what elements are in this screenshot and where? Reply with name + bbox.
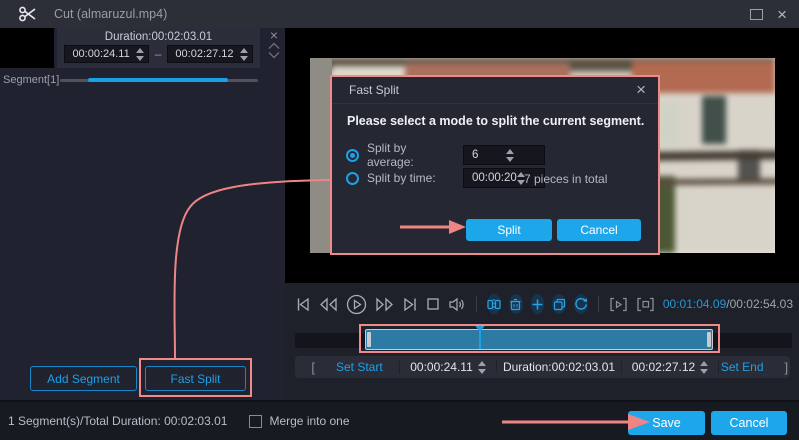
- trim-bar: [ Set Start 00:00:24.11 Duration:00:02:0…: [295, 356, 790, 378]
- segment-duration: Duration:00:02:03.01: [57, 28, 260, 43]
- separator: [476, 296, 477, 312]
- playback-bar: 00:01:04.09/00:02:54.03: [295, 292, 793, 316]
- save-button[interactable]: Save: [628, 411, 705, 435]
- segment-end-input[interactable]: 00:02:27.12: [167, 45, 252, 63]
- volume-icon[interactable]: [448, 297, 466, 312]
- dialog-message: Please select a mode to split the curren…: [347, 114, 644, 128]
- play-section-icon[interactable]: [609, 297, 628, 312]
- add-segment-button[interactable]: Add Segment: [30, 366, 137, 391]
- set-start-button[interactable]: Set Start: [336, 360, 383, 374]
- split-segment-icon[interactable]: [487, 294, 501, 314]
- trim-end-value: 00:02:27.12: [632, 360, 695, 374]
- average-stepper[interactable]: [506, 149, 540, 162]
- split-by-time-label: Split by time:: [367, 171, 455, 185]
- dialog-title: Fast Split: [349, 83, 399, 97]
- segment-left-handle[interactable]: [367, 332, 371, 347]
- move-up-icon[interactable]: [268, 42, 280, 50]
- trim-end-stepper[interactable]: [700, 361, 708, 374]
- split-by-average-radio[interactable]: [346, 149, 359, 162]
- playhead[interactable]: [479, 331, 481, 349]
- average-value: 6: [472, 149, 506, 161]
- segment-panel: Duration:00:02:03.01 00:00:24.11 – 00:02…: [0, 28, 285, 400]
- copy-segment-icon[interactable]: [552, 294, 566, 314]
- trim-start-stepper[interactable]: [478, 361, 486, 374]
- move-down-icon[interactable]: [268, 51, 280, 59]
- titlebar: Cut (almaruzul.mp4) ×: [0, 0, 799, 28]
- fast-forward-icon[interactable]: [375, 297, 394, 312]
- merge-label: Merge into one: [269, 414, 349, 428]
- cut-window: Cut (almaruzul.mp4) × Duration:00:02:03.…: [0, 0, 799, 440]
- cancel-button[interactable]: Cancel: [711, 411, 787, 435]
- separator: [598, 296, 599, 312]
- skip-end-icon[interactable]: [402, 297, 418, 312]
- trim-duration: Duration:00:02:03.01: [503, 360, 615, 374]
- timeline-segment[interactable]: [365, 329, 713, 350]
- rewind-icon[interactable]: [319, 297, 338, 312]
- segment-right-handle[interactable]: [707, 332, 711, 347]
- end-bracket: ]: [785, 360, 789, 375]
- segment-delete-icon[interactable]: ×: [270, 29, 278, 41]
- start-stepper[interactable]: [136, 48, 144, 61]
- segment-thumbnail: [0, 28, 54, 68]
- dialog-cancel-button[interactable]: Cancel: [557, 219, 641, 241]
- stop-section-icon[interactable]: [636, 297, 655, 312]
- split-by-average-input[interactable]: 6: [463, 145, 545, 165]
- merge-checkbox[interactable]: [249, 415, 262, 428]
- split-by-time-radio[interactable]: [346, 172, 359, 185]
- playhead-marker[interactable]: [474, 324, 486, 332]
- window-title: Cut (almaruzul.mp4): [54, 7, 167, 21]
- play-icon[interactable]: [346, 294, 367, 315]
- fast-split-dialog: Fast Split × Please select a mode to spl…: [330, 75, 660, 255]
- fast-split-button[interactable]: Fast Split: [145, 366, 246, 391]
- delete-segment-icon[interactable]: [509, 294, 523, 314]
- segment-label: Segment[1]: [3, 74, 59, 86]
- set-end-button[interactable]: Set End: [721, 360, 764, 374]
- stop-icon[interactable]: [426, 297, 440, 311]
- segment-range-active: [88, 78, 228, 82]
- scissors-icon: [18, 6, 40, 22]
- trim-start-input[interactable]: 00:00:24.11: [400, 356, 496, 378]
- add-segment-icon[interactable]: [531, 294, 545, 314]
- video-pillar: [310, 58, 332, 253]
- segment-start-value: 00:00:24.11: [72, 48, 129, 60]
- dialog-close-icon[interactable]: ×: [636, 83, 646, 97]
- end-stepper[interactable]: [240, 48, 248, 61]
- segment-end-value: 00:02:27.12: [175, 48, 233, 60]
- segment-summary: 1 Segment(s)/Total Duration: 00:02:03.01: [8, 414, 227, 428]
- current-time: 00:01:04.09: [663, 297, 726, 311]
- segment-row: Segment[1]: [0, 72, 285, 88]
- range-dash: –: [155, 47, 162, 61]
- reset-icon[interactable]: [574, 294, 588, 314]
- skip-start-icon[interactable]: [295, 297, 311, 312]
- segment-start-input[interactable]: 00:00:24.11: [64, 45, 148, 63]
- segment-card: Duration:00:02:03.01 00:00:24.11 – 00:02…: [57, 28, 260, 68]
- window-close-button[interactable]: ×: [777, 8, 787, 21]
- pieces-hint: 7 pieces in total: [524, 172, 654, 186]
- dialog-split-button[interactable]: Split: [466, 219, 552, 241]
- maximize-button[interactable]: [750, 9, 763, 20]
- start-bracket: [: [311, 360, 315, 375]
- segment-range-slider[interactable]: [60, 79, 258, 82]
- time-display: 00:01:04.09/00:02:54.03: [663, 297, 793, 311]
- trim-end-input[interactable]: 00:02:27.12: [622, 356, 718, 378]
- total-time: /00:02:54.03: [726, 297, 793, 311]
- split-by-average-label: Split by average:: [367, 141, 455, 169]
- time-value: 00:00:20: [472, 172, 517, 184]
- trim-start-value: 00:00:24.11: [410, 360, 473, 374]
